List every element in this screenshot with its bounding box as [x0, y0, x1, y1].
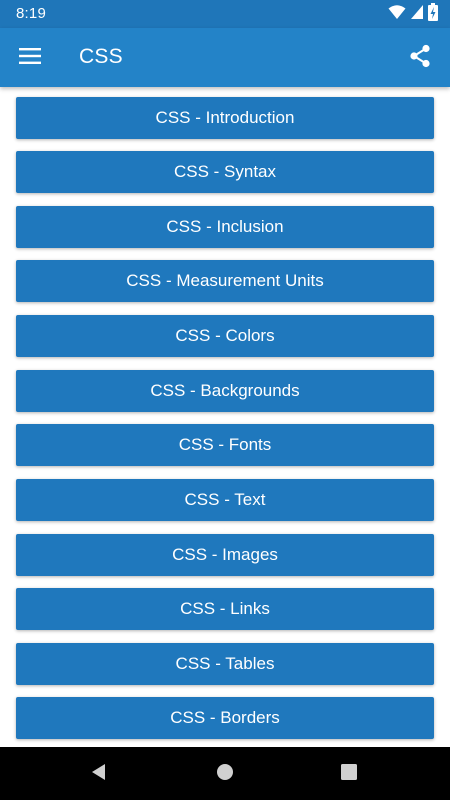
- topic-button-inclusion[interactable]: CSS - Inclusion: [16, 206, 434, 248]
- nav-bar: [0, 747, 450, 800]
- app-bar: CSS: [0, 28, 450, 87]
- status-icons: [388, 2, 438, 26]
- topic-button-text[interactable]: CSS - Text: [16, 479, 434, 521]
- topic-button-colors[interactable]: CSS - Colors: [16, 315, 434, 357]
- recents-button[interactable]: [336, 761, 362, 787]
- topic-list[interactable]: CSS - Introduction CSS - Syntax CSS - In…: [0, 87, 450, 747]
- back-button[interactable]: [86, 761, 112, 787]
- battery-charging-icon: [428, 2, 438, 26]
- home-icon: [216, 763, 234, 786]
- topic-button-backgrounds[interactable]: CSS - Backgrounds: [16, 370, 434, 412]
- cell-signal-icon: [410, 4, 424, 25]
- topic-button-borders[interactable]: CSS - Borders: [16, 697, 434, 739]
- topic-button-fonts[interactable]: CSS - Fonts: [16, 424, 434, 466]
- topic-button-measurement-units[interactable]: CSS - Measurement Units: [16, 260, 434, 302]
- share-icon: [409, 44, 431, 73]
- wifi-icon: [388, 4, 406, 25]
- topic-button-links[interactable]: CSS - Links: [16, 588, 434, 630]
- topic-button-images[interactable]: CSS - Images: [16, 534, 434, 576]
- recents-icon: [341, 763, 357, 785]
- topic-button-tables[interactable]: CSS - Tables: [16, 643, 434, 685]
- share-button[interactable]: [404, 42, 436, 74]
- back-icon: [90, 763, 108, 786]
- menu-button[interactable]: [14, 42, 46, 74]
- hamburger-menu-icon: [19, 47, 41, 69]
- screen: 8:19 CSS CSS - Introduction CSS - Syntax…: [0, 0, 450, 800]
- topic-button-syntax[interactable]: CSS - Syntax: [16, 151, 434, 193]
- status-bar: 8:19: [0, 0, 450, 28]
- status-time: 8:19: [16, 5, 46, 22]
- page-title: CSS: [79, 45, 123, 68]
- home-button[interactable]: [212, 761, 238, 787]
- topic-button-introduction[interactable]: CSS - Introduction: [16, 97, 434, 139]
